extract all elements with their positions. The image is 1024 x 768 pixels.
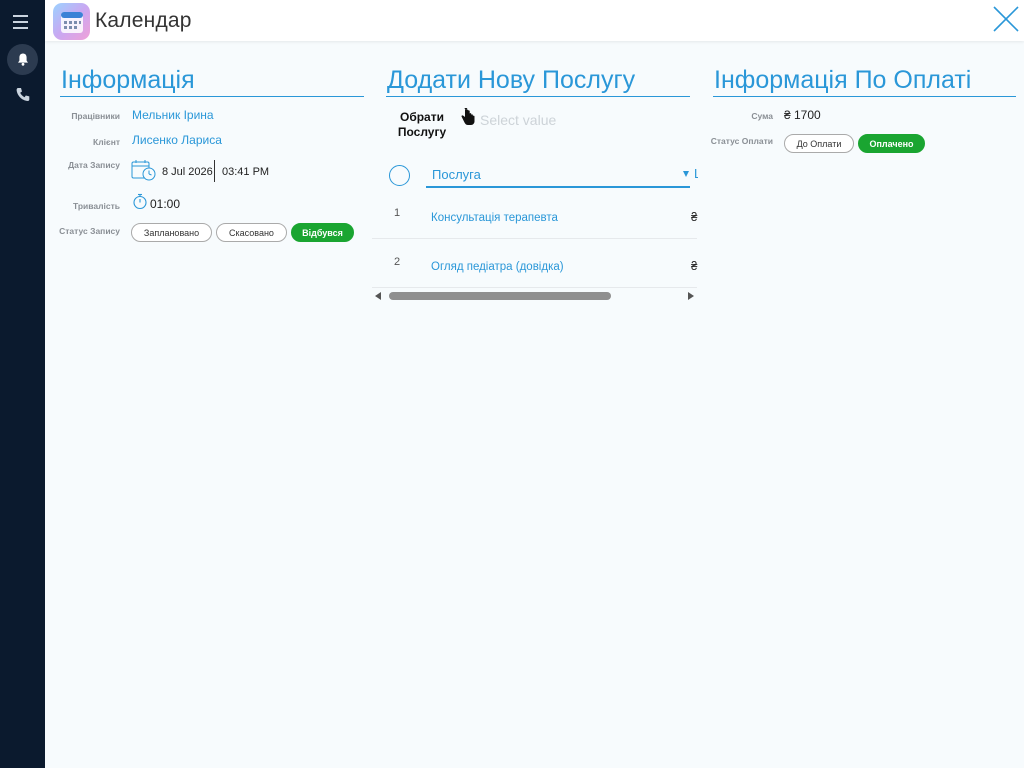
client-label: Клієнт — [93, 137, 120, 147]
sort-caret-icon[interactable] — [683, 171, 689, 177]
appointment-status-label: Статус Запису — [59, 226, 120, 236]
sum-label: Сума — [751, 111, 773, 121]
select-service-label: Обрати Послугу — [397, 110, 447, 139]
time-value[interactable]: 03:41 PM — [222, 166, 269, 178]
service-select-input[interactable]: Select value — [480, 112, 556, 128]
sum-value: ₴ 1700 — [784, 108, 821, 122]
app-title: Календар — [95, 9, 192, 32]
column-header-underline — [426, 186, 690, 188]
select-all-radio[interactable] — [389, 165, 410, 186]
service-section-title: Додати Нову Послугу — [387, 66, 636, 94]
row-1-number: 1 — [394, 207, 401, 219]
row-2-number: 2 — [394, 256, 401, 268]
employee-label: Працівники — [71, 111, 120, 121]
duration-value[interactable]: 01:00 — [150, 197, 180, 211]
payment-status-label: Статус Оплати — [710, 136, 773, 146]
notifications-button[interactable] — [7, 44, 38, 75]
left-rail — [0, 0, 45, 768]
payment-section-title: Інформація По Оплаті — [714, 66, 972, 94]
info-section-underline — [60, 96, 364, 97]
column-header-price[interactable]: Ц — [694, 166, 698, 181]
payment-paid-button[interactable]: Оплачено — [858, 134, 925, 153]
row-divider — [372, 287, 697, 288]
duration-label: Тривалість — [72, 201, 120, 211]
employee-link[interactable]: Мельник Ірина — [132, 108, 214, 122]
payment-due-button[interactable]: До Оплати — [784, 134, 854, 153]
row-2-price: ₴ — [691, 261, 698, 273]
hand-pointer-icon[interactable] — [460, 108, 476, 126]
calendar-icon — [60, 11, 83, 33]
status-planned-button[interactable]: Заплановано — [131, 223, 212, 242]
calendar-clock-icon[interactable] — [131, 159, 157, 182]
phone-icon[interactable] — [14, 86, 32, 104]
date-value[interactable]: 8 Jul 2026 — [162, 166, 213, 178]
scroll-right-arrow-icon[interactable] — [688, 292, 694, 300]
column-header-service[interactable]: Послуга — [432, 167, 481, 182]
scroll-left-arrow-icon[interactable] — [375, 292, 381, 300]
close-icon[interactable] — [991, 4, 1021, 34]
hamburger-menu-icon[interactable] — [13, 14, 33, 30]
row-1-service-name[interactable]: Консультація терапевта — [431, 212, 558, 224]
bell-icon — [17, 53, 28, 66]
horizontal-scrollbar[interactable] — [372, 290, 697, 301]
client-link[interactable]: Лисенко Лариса — [132, 133, 222, 147]
status-cancelled-button[interactable]: Скасовано — [216, 223, 287, 242]
row-1-price: ₴ — [691, 212, 698, 224]
stopwatch-icon — [133, 193, 147, 210]
service-section-underline — [386, 96, 690, 97]
app-header: Календар — [45, 0, 1024, 41]
scrollbar-thumb[interactable] — [389, 292, 611, 300]
date-label: Дата Запису — [68, 160, 120, 170]
date-time-divider — [214, 160, 215, 182]
payment-section-underline — [713, 96, 1016, 97]
info-section-title: Інформація — [61, 66, 195, 94]
row-divider — [372, 238, 697, 239]
status-done-button[interactable]: Відбувся — [291, 223, 354, 242]
row-2-service-name[interactable]: Огляд педіатра (довідка) — [431, 261, 564, 273]
calendar-app-icon — [53, 3, 90, 40]
